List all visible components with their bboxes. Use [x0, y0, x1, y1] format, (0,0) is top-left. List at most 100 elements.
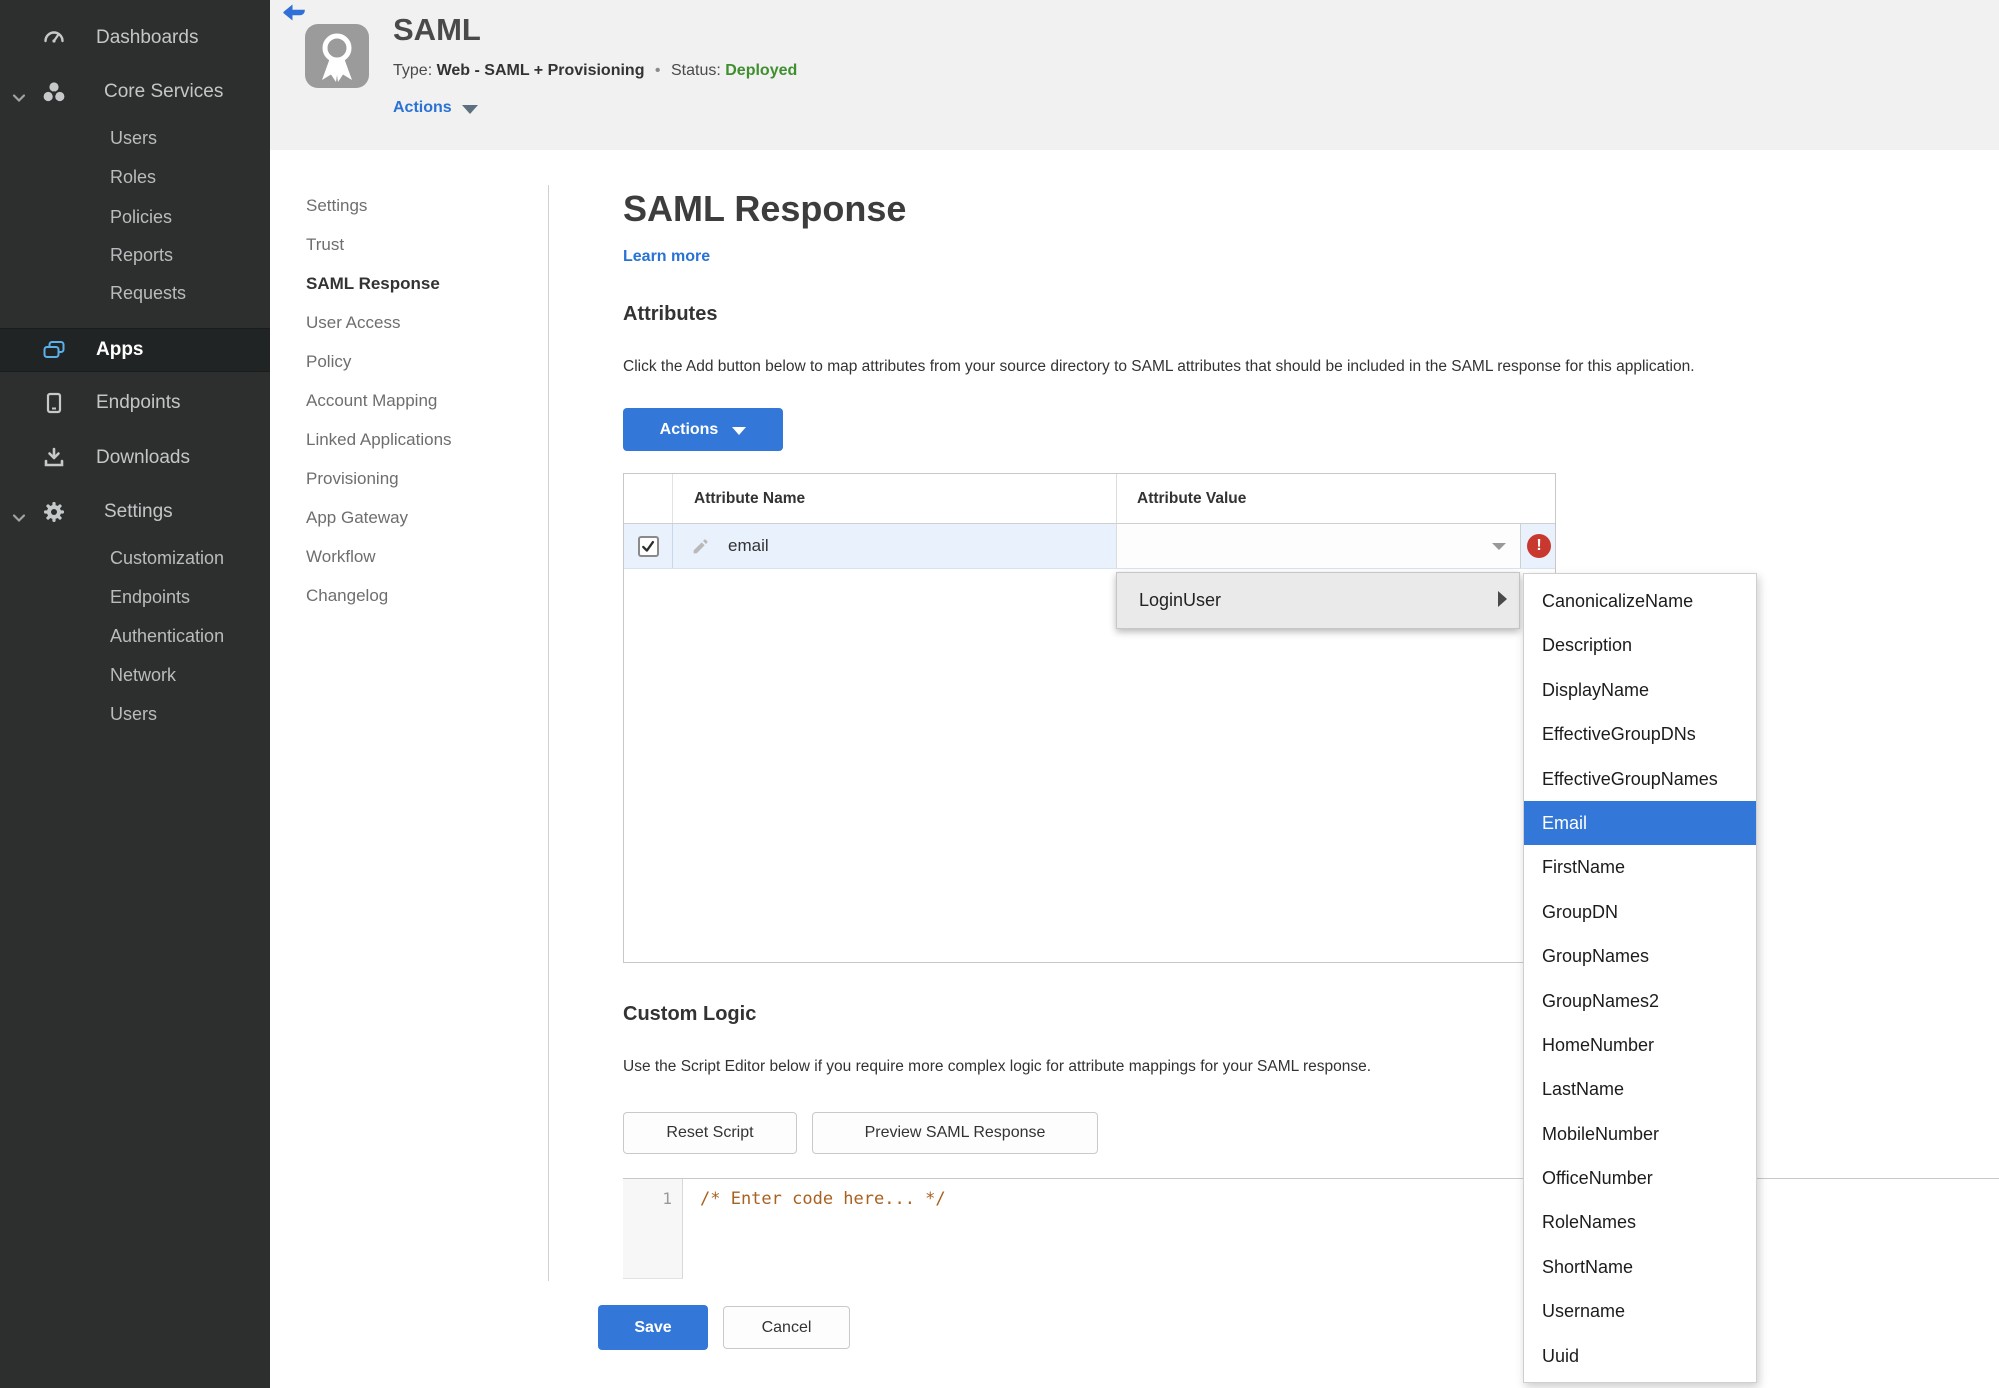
subnav-changelog[interactable]: Changelog [306, 576, 452, 615]
attribute-name-column-header: Attribute Name [694, 489, 806, 507]
sidebar-item-endpoints[interactable]: Endpoints [0, 385, 270, 421]
subnav-provisioning[interactable]: Provisioning [306, 459, 452, 498]
loginuser-submenu: CanonicalizeName Description DisplayName… [1523, 573, 1757, 1383]
submenu-item[interactable]: CanonicalizeName [1524, 579, 1756, 623]
subnav-app-gateway[interactable]: App Gateway [306, 498, 452, 537]
submenu-item[interactable]: Username [1524, 1289, 1756, 1333]
cancel-button[interactable]: Cancel [723, 1306, 850, 1349]
chevron-down-icon [12, 507, 26, 523]
attributes-description: Click the Add button below to map attrib… [623, 358, 1695, 375]
attribute-name-cell: email [673, 524, 1116, 568]
sidebar-item-settings-endpoints[interactable]: Endpoints [0, 579, 270, 615]
value-dropdown-menu-loginuser[interactable]: LoginUser [1116, 572, 1520, 629]
sidebar: Dashboards Core Services Users Roles Pol… [0, 0, 270, 1388]
row-checkbox[interactable] [637, 535, 659, 557]
submenu-item[interactable]: FirstName [1524, 845, 1756, 889]
sidebar-item-downloads[interactable]: Downloads [0, 440, 270, 476]
submenu-item[interactable]: HomeNumber [1524, 1023, 1756, 1067]
gear-icon [42, 500, 66, 524]
submenu-item[interactable]: OfficeNumber [1524, 1156, 1756, 1200]
submenu-item[interactable]: ShortName [1524, 1245, 1756, 1289]
subnav-workflow[interactable]: Workflow [306, 537, 452, 576]
sidebar-item-roles[interactable]: Roles [0, 159, 270, 195]
submenu-item[interactable]: EffectiveGroupNames [1524, 757, 1756, 801]
sidebar-item-network[interactable]: Network [0, 657, 270, 693]
attribute-value-column-header: Attribute Value [1116, 474, 1555, 523]
sidebar-item-reports[interactable]: Reports [0, 237, 270, 273]
subnav-account-mapping[interactable]: Account Mapping [306, 381, 452, 420]
select-column-header [624, 474, 673, 523]
back-arrow-icon[interactable] [283, 4, 305, 21]
sidebar-item-dashboards[interactable]: Dashboards [0, 20, 270, 56]
chevron-down-icon [732, 426, 747, 435]
type-label: Type: [393, 62, 433, 79]
subnav-saml-response[interactable]: SAML Response [306, 264, 452, 303]
app-meta: Type: Web - SAML + Provisioning • Status… [393, 62, 797, 80]
apps-icon [42, 338, 66, 362]
type-value: Web - SAML + Provisioning [436, 62, 645, 79]
submenu-item-email-selected[interactable]: Email [1524, 800, 1756, 846]
app-title: SAML [393, 12, 481, 47]
submenu-item[interactable]: LastName [1524, 1067, 1756, 1111]
app-header: SAML Type: Web - SAML + Provisioning • S… [270, 0, 1999, 150]
chevron-down-icon [12, 87, 26, 103]
sidebar-item-apps[interactable]: Apps [0, 328, 270, 372]
meta-separator: • [654, 62, 661, 79]
subnav-divider [548, 185, 549, 1281]
submenu-item[interactable]: EffectiveGroupDNs [1524, 712, 1756, 756]
row-select-cell [624, 524, 673, 568]
attribute-value-select[interactable] [1116, 524, 1521, 568]
attribute-name-value: email [728, 536, 769, 555]
submenu-item[interactable]: Uuid [1524, 1334, 1756, 1378]
app-subnav: Settings Trust SAML Response User Access… [306, 186, 452, 615]
sidebar-item-policies[interactable]: Policies [0, 199, 270, 235]
pencil-icon[interactable] [690, 535, 712, 557]
sidebar-item-users[interactable]: Users [0, 120, 270, 156]
editor-code[interactable]: /* Enter code here... */ [700, 1189, 946, 1209]
sidebar-item-requests[interactable]: Requests [0, 275, 270, 311]
editor-gutter: 1 [623, 1179, 683, 1279]
subnav-settings[interactable]: Settings [306, 186, 452, 225]
status-badge: Deployed [725, 62, 798, 79]
submenu-item[interactable]: RoleNames [1524, 1200, 1756, 1244]
sidebar-item-customization[interactable]: Customization [0, 540, 270, 576]
submenu-item[interactable]: GroupDN [1524, 890, 1756, 934]
custom-logic-heading: Custom Logic [623, 1003, 757, 1025]
line-number: 1 [662, 1189, 672, 1208]
sidebar-item-authentication[interactable]: Authentication [0, 618, 270, 654]
download-icon [42, 446, 66, 470]
submenu-arrow-icon [1498, 591, 1507, 607]
save-button[interactable]: Save [598, 1305, 708, 1350]
sidebar-item-core-services[interactable]: Core Services [0, 74, 270, 110]
attributes-table: Attribute Name Attribute Value email ! [623, 473, 1556, 963]
subnav-policy[interactable]: Policy [306, 342, 452, 381]
header-actions-menu[interactable]: Actions [393, 99, 478, 117]
error-icon: ! [1527, 534, 1551, 558]
subnav-trust[interactable]: Trust [306, 225, 452, 264]
attribute-value-cell: ! [1116, 524, 1555, 568]
endpoints-icon [42, 391, 66, 415]
page-title: SAML Response [623, 188, 907, 229]
attributes-table-header: Attribute Name Attribute Value [624, 474, 1555, 524]
select-caret-icon [1492, 543, 1506, 550]
table-row: email ! [624, 524, 1555, 569]
sidebar-item-settings-users[interactable]: Users [0, 696, 270, 732]
status-label: Status: [670, 62, 721, 79]
subnav-linked-applications[interactable]: Linked Applications [306, 420, 452, 459]
attributes-actions-button[interactable]: Actions [623, 408, 783, 451]
submenu-item[interactable]: Description [1524, 623, 1756, 667]
submenu-item[interactable]: GroupNames [1524, 934, 1756, 978]
submenu-item[interactable]: DisplayName [1524, 668, 1756, 712]
subnav-user-access[interactable]: User Access [306, 303, 452, 342]
reset-script-button[interactable]: Reset Script [623, 1112, 797, 1154]
chevron-down-icon [461, 104, 478, 114]
app-badge-icon [305, 24, 369, 88]
submenu-item[interactable]: MobileNumber [1524, 1112, 1756, 1156]
script-editor[interactable]: 1 /* Enter code here... */ [623, 1178, 1999, 1279]
core-services-icon [42, 80, 66, 104]
preview-saml-response-button[interactable]: Preview SAML Response [812, 1112, 1098, 1154]
sidebar-item-settings[interactable]: Settings [0, 494, 270, 530]
submenu-item[interactable]: GroupNames2 [1524, 979, 1756, 1023]
learn-more-link[interactable]: Learn more [623, 248, 710, 266]
gauge-icon [42, 26, 66, 50]
